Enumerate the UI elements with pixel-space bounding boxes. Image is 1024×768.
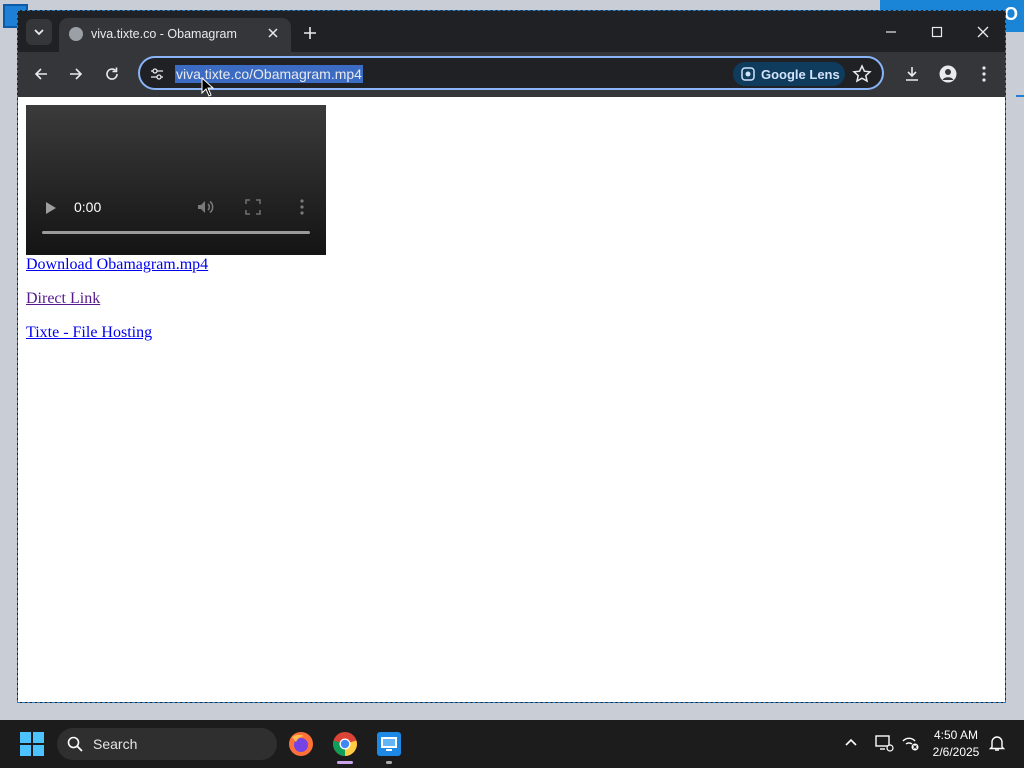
forward-button[interactable]: [62, 60, 90, 88]
chevron-down-icon: [34, 29, 44, 36]
google-lens-button[interactable]: Google Lens: [733, 62, 845, 86]
fullscreen-icon[interactable]: [245, 199, 261, 215]
taskbar: Search 4:50 AM 2/6/2025: [0, 720, 1024, 768]
back-button[interactable]: [27, 60, 55, 88]
download-link[interactable]: Download Obamagram.mp4: [26, 256, 208, 274]
firefox-icon: [289, 732, 313, 756]
maximize-icon: [931, 26, 943, 38]
video-progress-bar[interactable]: [42, 231, 310, 234]
windows-start-icon[interactable]: [20, 732, 44, 756]
hosting-link[interactable]: Tixte - File Hosting: [26, 324, 152, 342]
video-time: 0:00: [74, 199, 102, 215]
tab-close-button[interactable]: [263, 23, 283, 43]
taskbar-chrome[interactable]: [329, 728, 361, 764]
more-vertical-icon[interactable]: [296, 198, 308, 216]
tab-strip: viva.tixte.co - Obamagram: [18, 11, 1005, 52]
plus-icon: [304, 27, 316, 39]
new-tab-button[interactable]: [298, 21, 322, 45]
browser-window: viva.tixte.co - Obamagram viva.tixte.co/…: [17, 10, 1006, 703]
tune-icon: [151, 68, 163, 80]
display-icon[interactable]: [874, 734, 894, 752]
minimize-button[interactable]: [873, 19, 909, 45]
running-app-indicator: [386, 761, 392, 764]
address-bar[interactable]: viva.tixte.co/Obamagram.mp4 Google Lens: [138, 56, 884, 90]
background-window-glyph: O: [1003, 4, 1018, 24]
menu-button[interactable]: [970, 60, 998, 88]
taskbar-search[interactable]: Search: [57, 728, 277, 760]
reload-icon: [106, 67, 118, 80]
close-icon: [268, 28, 278, 38]
tab-search-button[interactable]: [26, 19, 52, 45]
globe-icon: [69, 27, 83, 41]
download-icon: [906, 67, 918, 81]
reload-button[interactable]: [98, 60, 126, 88]
downloads-button[interactable]: [898, 60, 926, 88]
remote-desktop-icon: [377, 732, 401, 756]
taskbar-firefox[interactable]: [285, 728, 317, 760]
play-icon[interactable]: [42, 200, 58, 216]
minimize-icon: [886, 31, 896, 33]
star-icon[interactable]: [852, 64, 872, 84]
search-label: Search: [93, 736, 138, 752]
chrome-icon: [333, 732, 357, 756]
person-icon: [939, 65, 957, 83]
taskbar-remote-app[interactable]: [373, 728, 405, 764]
direct-link[interactable]: Direct Link: [26, 290, 100, 308]
background-window-edge: [1016, 95, 1024, 97]
close-window-button[interactable]: [965, 19, 1001, 45]
lens-icon: [741, 67, 755, 81]
active-app-indicator: [337, 761, 353, 764]
search-icon: [67, 736, 83, 752]
mouse-cursor-icon: [201, 77, 215, 97]
more-vertical-icon: [982, 66, 986, 82]
browser-toolbar: viva.tixte.co/Obamagram.mp4 Google Lens: [18, 52, 1005, 97]
clock-time: 4:50 AM: [933, 728, 979, 742]
volume-icon[interactable]: [196, 198, 214, 216]
arrow-left-icon: [34, 68, 47, 80]
profile-button[interactable]: [934, 60, 962, 88]
system-clock[interactable]: 4:50 AM 2/6/2025: [928, 727, 984, 761]
bell-icon[interactable]: [988, 734, 1006, 752]
chevron-up-icon[interactable]: [842, 734, 860, 752]
arrow-right-icon: [70, 68, 83, 80]
close-icon: [977, 26, 989, 38]
page-viewport: 0:00 Download Obamagram.mp4 Direct Link …: [18, 97, 1005, 702]
network-disconnected-icon[interactable]: [900, 734, 920, 752]
maximize-button[interactable]: [919, 19, 955, 45]
clock-date: 2/6/2025: [932, 745, 980, 759]
tab-title: viva.tixte.co - Obamagram: [91, 27, 237, 41]
browser-tab[interactable]: viva.tixte.co - Obamagram: [59, 18, 291, 52]
site-info-icon[interactable]: [148, 65, 166, 83]
video-player[interactable]: 0:00: [26, 105, 326, 255]
google-lens-label: Google Lens: [761, 66, 840, 82]
